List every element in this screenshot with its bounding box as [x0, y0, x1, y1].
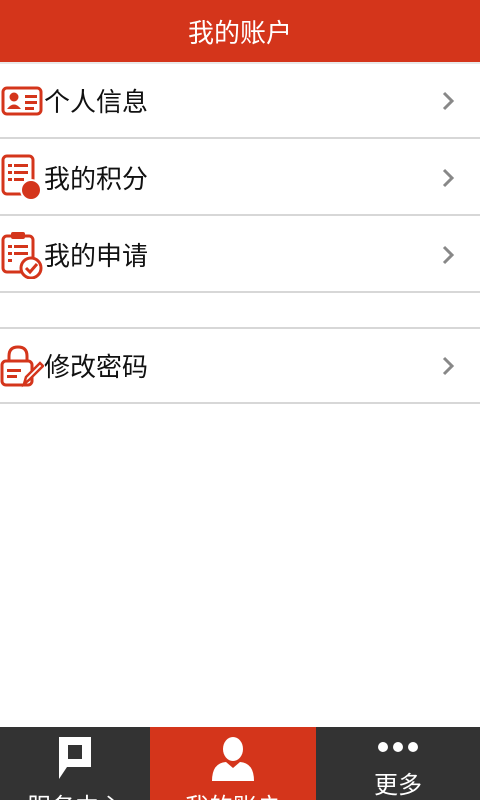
- page-header: 我的账户: [0, 0, 480, 62]
- chevron-right-icon: [442, 91, 455, 110]
- bottom-tab-bar: 服务中心 我的账户 更多: [0, 727, 480, 800]
- tab-my-account[interactable]: 我的账户: [150, 727, 316, 800]
- menu-item-label: 个人信息: [44, 88, 149, 118]
- chevron-right-icon: [442, 245, 455, 264]
- user-icon: [210, 735, 256, 781]
- menu-item-label: 我的积分: [44, 165, 149, 195]
- tab-service-center[interactable]: 服务中心: [0, 727, 150, 800]
- lock-edit-icon: [0, 344, 44, 388]
- tab-label: 我的账户: [185, 787, 281, 800]
- speech-flag-icon: [57, 735, 93, 781]
- chevron-right-icon: [442, 356, 455, 375]
- tab-label: 服务中心: [27, 787, 123, 800]
- chevron-right-icon: [442, 168, 455, 187]
- menu-item-my-applications[interactable]: 我的申请: [0, 218, 480, 293]
- tab-label: 更多: [374, 771, 422, 799]
- menu-item-change-password[interactable]: 修改密码: [0, 329, 480, 404]
- tab-more[interactable]: 更多: [316, 727, 480, 800]
- menu-item-my-points[interactable]: 积 我的积分: [0, 141, 480, 336]
- application-clipboard-icon: [0, 231, 44, 279]
- more-dots-icon: [376, 735, 420, 759]
- points-list-icon: 积: [0, 154, 44, 336]
- menu-item-label: 我的申请: [44, 242, 149, 272]
- id-card-icon: [0, 79, 44, 123]
- menu-item-personal-info[interactable]: 个人信息: [0, 64, 480, 139]
- menu-item-label: 修改密码: [44, 353, 149, 383]
- page-title: 我的账户: [187, 18, 292, 49]
